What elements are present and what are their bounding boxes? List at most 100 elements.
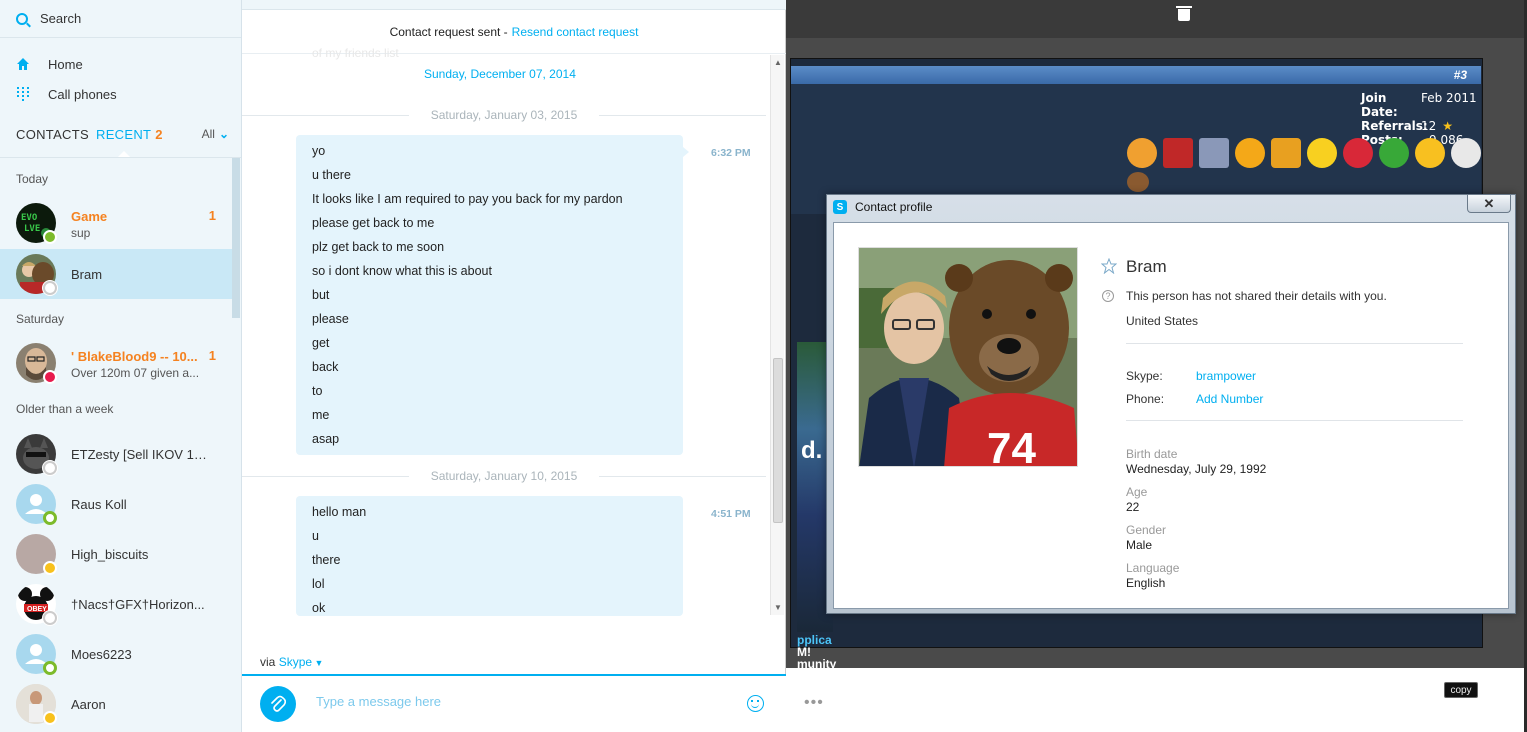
divider	[1126, 343, 1463, 344]
faded-message: of my friends list	[312, 46, 399, 60]
more-options-icon[interactable]: •••	[804, 694, 824, 712]
message-line: to	[312, 384, 323, 398]
divider	[1126, 420, 1463, 421]
nav-call-phones[interactable]: Call phones	[0, 80, 241, 108]
status-offline-icon	[43, 661, 57, 675]
filter-dropdown[interactable]: All ⌄	[202, 127, 229, 141]
message-bubble: yo u there It looks like I am required t…	[296, 135, 689, 455]
skype-label: Skype:	[1126, 369, 1163, 383]
via-service-selector[interactable]: via Skype ▼	[260, 655, 323, 669]
unread-badge: 1	[208, 208, 216, 223]
conversation-scrollbar[interactable]: ▲ ▼	[770, 55, 784, 615]
message-time: 4:51 PM	[711, 508, 751, 520]
contact-item-selected[interactable]: Bram	[0, 249, 232, 299]
tab-recent[interactable]: RECENT 2	[96, 127, 163, 142]
scroll-down-icon[interactable]: ▼	[774, 603, 782, 612]
book-badge-icon	[1163, 138, 1193, 168]
favorite-star-icon[interactable]	[1101, 258, 1117, 274]
post-header: #3	[791, 66, 1481, 84]
resend-request-link[interactable]: Resend contact request	[512, 25, 639, 39]
tab-contacts[interactable]: CONTACTS	[16, 127, 89, 142]
star-medal-badge-icon	[1415, 138, 1445, 168]
message-line: there	[312, 553, 341, 567]
stat-value: 12	[1421, 119, 1437, 133]
emoticon-icon[interactable]	[747, 695, 764, 712]
message-line: hello man	[312, 505, 367, 519]
message-line: plz get back to me soon	[312, 240, 445, 254]
contact-item[interactable]: EVO LVE Game sup 1	[0, 198, 232, 248]
status-offline-icon	[43, 511, 57, 525]
via-label: via	[260, 655, 276, 669]
svg-text:EVO: EVO	[21, 213, 38, 223]
conversation-pane: Contact request sent - Resend contact re…	[242, 0, 786, 732]
message-input[interactable]	[316, 694, 716, 709]
via-service: Skype	[278, 655, 313, 669]
contact-name: Moes6223	[71, 647, 132, 662]
leaf-badge-icon	[1379, 138, 1409, 168]
profile-country: United States	[1126, 314, 1199, 328]
scrollbar-thumb[interactable]	[773, 358, 783, 523]
chevron-down-icon: ▼	[312, 658, 324, 668]
dialog-titlebar[interactable]: S Contact profile	[833, 200, 932, 214]
nav-home[interactable]: Home	[0, 50, 241, 78]
unread-badge: 1	[208, 348, 216, 363]
status-unknown-icon	[43, 611, 57, 625]
banner-text: d.	[801, 437, 823, 464]
date-separator-label: Saturday, January 10, 2015	[409, 466, 599, 486]
contact-item[interactable]: ' BlakeBlood9 -- 10... Over 120m 07 give…	[0, 338, 232, 388]
age-label: Age	[1126, 485, 1148, 499]
twelve-badge-icon	[1235, 138, 1265, 168]
message-area-mask	[242, 617, 768, 657]
message-line: get	[312, 336, 330, 350]
load-older-date-link[interactable]: Sunday, December 07, 2014	[424, 67, 576, 81]
contact-item[interactable]: Aaron	[0, 679, 232, 729]
add-number-link[interactable]: Add Number	[1196, 392, 1263, 406]
desktop: Search Home Call phones CONTACTS RECENT 2…	[0, 0, 1527, 732]
message-composer	[242, 674, 786, 732]
banner-caption: pplica M! munity	[797, 634, 836, 670]
search-box[interactable]: Search	[0, 0, 241, 38]
gender-value: Male	[1126, 538, 1153, 552]
chevron-down-icon: ⌄	[218, 127, 229, 141]
contact-item[interactable]: ETZesty [Sell IKOV 1B=...	[0, 429, 232, 479]
contact-profile-dialog: S Contact profile ✕ 74 Bram ? This perso…	[826, 194, 1516, 614]
contact-item[interactable]: OBEY †Nacs†GFX†Horizon...	[0, 579, 232, 629]
contact-item[interactable]: High_biscuits	[0, 529, 232, 579]
profile-name: Bram	[1126, 257, 1167, 276]
contact-name: Game	[71, 209, 108, 224]
stat-row: Referrals: 12 ★	[1361, 119, 1477, 133]
home-icon	[16, 57, 30, 71]
message-line: lol	[312, 577, 325, 591]
sidebar-scrollbar[interactable]	[232, 158, 240, 318]
contact-name: ' BlakeBlood9 -- 10...	[71, 349, 198, 364]
rose-badge-icon	[1343, 138, 1373, 168]
status-online-icon	[43, 230, 57, 244]
ten-badge-icon	[1307, 138, 1337, 168]
close-button[interactable]: ✕	[1467, 195, 1511, 213]
banner-line: munity	[797, 657, 837, 671]
attach-file-button[interactable]	[260, 686, 296, 722]
gender-label: Gender	[1126, 523, 1167, 537]
status-unknown-icon	[43, 461, 57, 475]
star-icon: ★	[1442, 119, 1454, 133]
contact-item[interactable]: Moes6223	[0, 629, 232, 679]
contact-name: Bram	[71, 267, 103, 282]
contact-name: Raus Koll	[71, 497, 127, 512]
lock-badge-icon	[1271, 138, 1301, 168]
scroll-up-icon[interactable]: ▲	[774, 58, 782, 67]
trash-icon[interactable]	[1176, 5, 1192, 21]
message-line: ok	[312, 601, 326, 615]
section-today: Today	[16, 172, 49, 186]
search-icon	[16, 12, 28, 25]
message-line: please get back to me	[312, 216, 435, 230]
contact-item[interactable]: Raus Koll	[0, 479, 232, 529]
copy-button[interactable]: copy	[1444, 682, 1478, 698]
skype-sidebar: Search Home Call phones CONTACTS RECENT 2…	[0, 0, 242, 732]
reindeer-badge-icon	[1127, 172, 1149, 192]
castle-badge-icon	[1199, 138, 1229, 168]
svg-text:OBEY: OBEY	[27, 606, 47, 613]
skype-name-link[interactable]: brampower	[1196, 369, 1256, 383]
contact-name: †Nacs†GFX†Horizon...	[71, 597, 205, 612]
post-number[interactable]: #3	[1454, 68, 1467, 82]
skype-logo-icon: S	[833, 200, 847, 214]
